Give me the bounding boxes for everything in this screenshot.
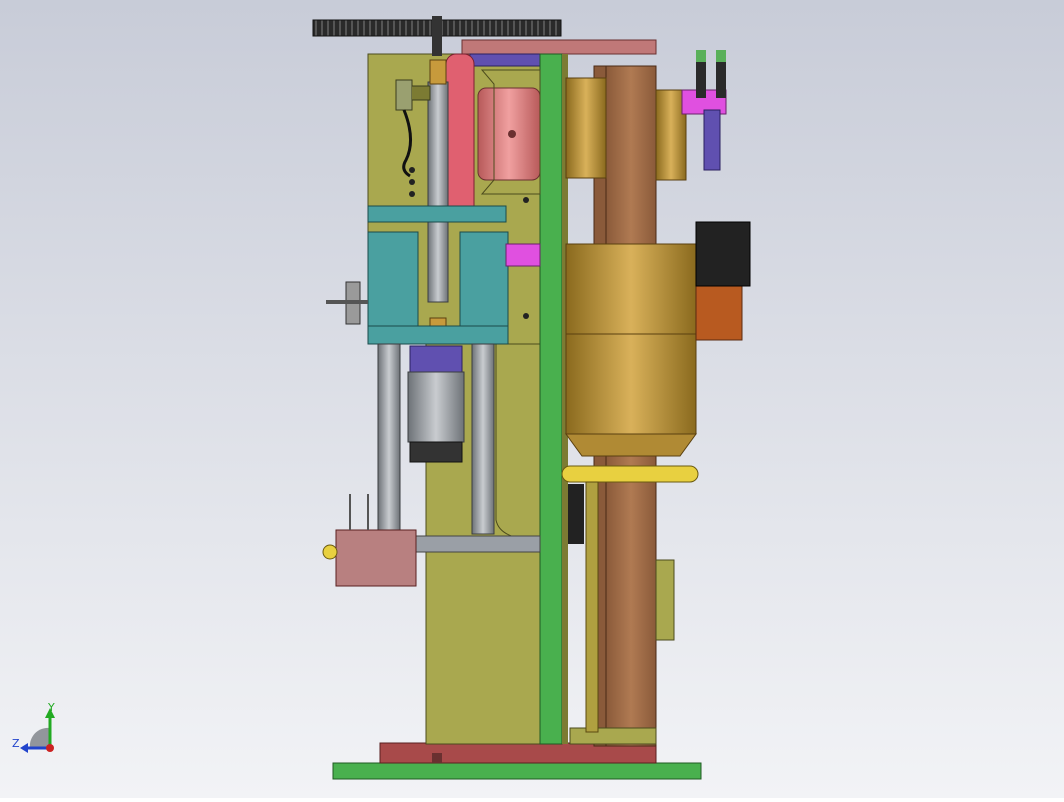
column-foot: [569, 727, 657, 745]
triad-z-label: Z: [12, 737, 20, 750]
dark-slot: [568, 484, 584, 544]
top-gear-hub: [432, 16, 442, 56]
triad-y-label: Y: [47, 701, 55, 714]
triad-origin-x: [46, 744, 54, 752]
motor-shaft: [561, 465, 699, 483]
lower-mount-knob: [322, 544, 338, 560]
stepper-motor-end: [409, 441, 463, 463]
guide-rod-right: [471, 343, 495, 535]
drum-hub: [508, 130, 516, 138]
purple-plate: [703, 109, 721, 171]
frame-hole-4: [523, 197, 529, 203]
frame-hole-3: [409, 191, 415, 197]
sensor-cap-left: [696, 50, 706, 62]
base-plate-green: [332, 762, 702, 780]
top-plate-purple: [469, 53, 541, 67]
motor-taper: [565, 433, 697, 457]
magenta-spacer: [505, 243, 541, 267]
cad-model-view[interactable]: Y Z: [0, 0, 1064, 798]
sensor-bracket: [412, 85, 431, 101]
vertical-plate-green: [539, 53, 563, 745]
frame-hole-6: [523, 313, 529, 319]
main-shaft: [427, 81, 449, 303]
stepper-motor-body: [407, 371, 465, 443]
top-plate-pink: [461, 39, 657, 55]
motor-body: [565, 333, 697, 435]
base-bolt: [432, 753, 442, 763]
lower-side-plate: [655, 559, 675, 641]
pink-flywheel: [445, 53, 475, 221]
frame-hole-2: [409, 179, 415, 185]
teal-crossbar: [367, 205, 507, 223]
proximity-sensor: [395, 79, 413, 111]
lower-rod-pair: [585, 481, 599, 733]
cad-viewport[interactable]: Y Z: [0, 0, 1064, 798]
frame-hole-1: [409, 167, 415, 173]
lower-mount-block: [335, 529, 417, 587]
upper-gearbox: [565, 77, 607, 179]
sensor-cap-right: [716, 50, 726, 62]
motor-housing: [565, 243, 697, 335]
guide-rod-left: [377, 343, 401, 535]
motor-cover-dark: [695, 221, 751, 287]
frame-web-curve: [495, 343, 541, 541]
teal-clamp-bottom: [367, 325, 509, 345]
purple-cylinder-cap: [409, 345, 463, 373]
shaft-coupling-top: [429, 59, 447, 85]
